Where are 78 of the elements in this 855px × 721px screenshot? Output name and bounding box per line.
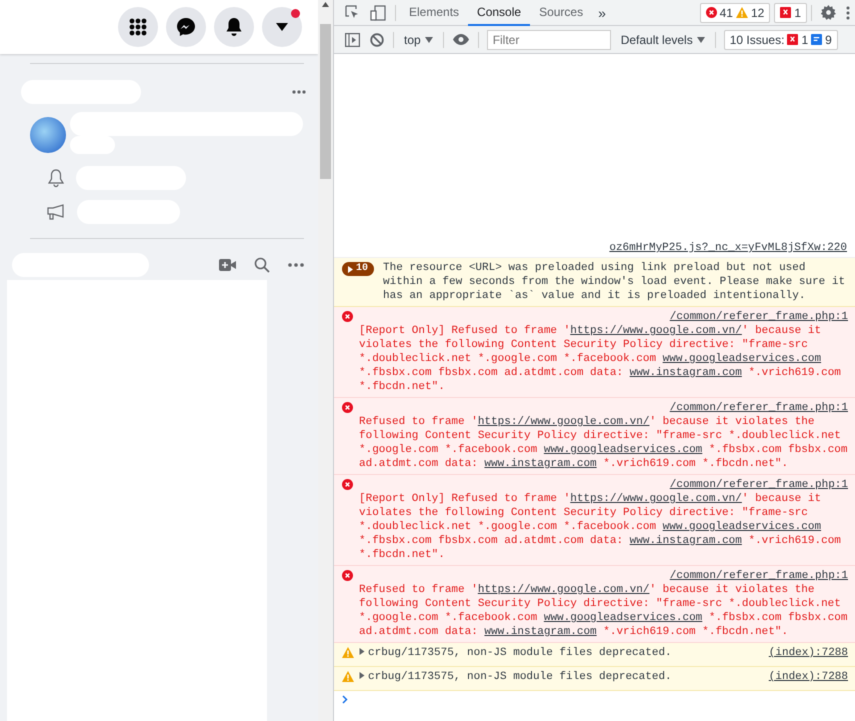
message-text: [Report Only] Refused to frame 'https://www.google.com.vn/' because it violates the following Content Security Policy directive: "frame-src *.doubleclick.net *.google.com *.facebook.com www.googleadservices.com *.fbsbx.com fbsbx.com ad.atdmt.com data: www.instagram.com *.vrich619.com *.fbcdn.net". <box>359 492 842 562</box>
panel-tab[interactable]: Elements <box>400 0 468 26</box>
notification-dot <box>291 9 300 18</box>
url-link[interactable]: www.googleadservices.com <box>544 444 702 456</box>
prompt-chevron-icon[interactable] <box>342 695 348 704</box>
url-link[interactable]: https://www.google.com.vn/ <box>478 416 650 428</box>
url-link[interactable]: www.googleadservices.com <box>662 521 822 533</box>
log-levels-dropdown[interactable]: Default levels <box>614 32 711 46</box>
messages-counter[interactable]: 41 12 <box>700 2 770 22</box>
more-options-icon[interactable] <box>288 263 304 267</box>
panel-tab[interactable]: Sources <box>530 0 592 26</box>
expand-arrow-icon <box>348 266 353 272</box>
expand-arrow-icon[interactable] <box>359 672 365 679</box>
url-link[interactable]: https://www.google.com.vn/ <box>478 584 650 596</box>
chat-bubble-icon <box>176 17 196 37</box>
message-text: crbug/1173575, non-JS module files deprecated. <box>359 646 769 660</box>
megaphone-icon <box>47 204 65 220</box>
grid-icon <box>129 18 147 36</box>
kebab-menu-icon <box>846 6 850 20</box>
notifications-button[interactable] <box>214 7 254 47</box>
video-camera-icon[interactable] <box>219 259 236 271</box>
bell-icon <box>225 17 243 37</box>
info-message-icon <box>811 34 822 45</box>
caret-icon <box>276 23 288 31</box>
url-link[interactable]: www.instagram.com <box>630 367 742 379</box>
block-icon <box>370 32 384 46</box>
url-link[interactable]: www.instagram.com <box>484 626 597 638</box>
search-icon[interactable] <box>254 257 270 273</box>
avatar-placeholder <box>30 117 66 153</box>
url-link[interactable]: https://www.google.com.vn/ <box>570 493 742 505</box>
error-icon <box>706 7 717 18</box>
message-text: [Report Only] Refused to frame 'https://www.google.com.vn/' because it violates the following Content Security Policy directive: "frame-src *.doubleclick.net *.google.com *.facebook.com www.googleadservices.com *.fbsbx.com fbsbx.com ad.atdmt.com data: www.instagram.com *.vrich619.com *.fbcdn.net". <box>359 324 842 394</box>
warning-icon <box>342 647 354 658</box>
source-link[interactable]: oz6mHrMyP25.js?_nc_x=yFvML8jSfXw:220 <box>609 241 847 255</box>
error-icon <box>342 402 353 413</box>
url-link[interactable]: www.instagram.com <box>484 458 597 470</box>
more-tabs-button[interactable]: » <box>592 4 612 20</box>
caret-icon <box>424 36 433 42</box>
messenger-button[interactable] <box>166 7 206 47</box>
context-dropdown[interactable]: top <box>398 32 439 46</box>
url-link[interactable]: www.googleadservices.com <box>662 353 822 365</box>
source-link[interactable]: /common/referer_frame.php:1 <box>670 569 848 583</box>
url-link[interactable]: www.googleadservices.com <box>544 612 702 624</box>
warning-icon <box>736 7 748 18</box>
filter-field[interactable]: Filter <box>486 30 611 50</box>
more-options-icon[interactable] <box>292 90 306 94</box>
message-text: crbug/1173575, non-JS module files deprecated. <box>359 670 769 684</box>
url-link[interactable]: www.instagram.com <box>630 535 742 547</box>
device-icon <box>370 4 386 20</box>
message-text: The resource <URL> was preloaded using link preload but not used within a few seconds from the window's load event. Please make sure it has an appropriate `as` value and it is preloaded intentionally. <box>383 261 846 303</box>
source-link[interactable]: /common/referer_frame.php:1 <box>670 401 848 415</box>
issues-button[interactable]: 10 Issues: 1 9 <box>724 30 838 50</box>
scroll-up-icon[interactable] <box>322 2 329 7</box>
source-link[interactable]: (index):7288 <box>768 646 848 660</box>
message-text: Refused to frame 'https://www.google.com.vn/' because it violates the following Content Security Policy directive: "frame-src *.doubleclick.net *.google.com *.facebook.com www.googleadservices.com *.fbsbx.com fbsbx.com ad.atdmt.com data: www.instagram.com *.vrich619.com *.fbcdn.net". <box>359 583 848 639</box>
issue-flag-icon <box>787 34 798 45</box>
caret-icon <box>696 36 705 42</box>
menu-button[interactable] <box>118 7 158 47</box>
error-icon <box>342 479 353 490</box>
cursor-icon <box>345 5 360 20</box>
bell-icon <box>48 168 64 188</box>
warning-icon <box>342 671 354 682</box>
expand-arrow-icon[interactable] <box>359 648 365 655</box>
error-icon <box>342 311 353 322</box>
source-link[interactable]: /common/referer_frame.php:1 <box>670 310 848 324</box>
sidebar-icon <box>345 32 360 46</box>
issue-flag-icon <box>780 7 792 18</box>
issues-counter[interactable]: 1 <box>774 2 807 22</box>
url-link[interactable]: https://www.google.com.vn/ <box>570 325 742 337</box>
message-text: Refused to frame 'https://www.google.com.vn/' because it violates the following Content Security Policy directive: "frame-src *.doubleclick.net *.google.com *.facebook.com www.googleadservices.com *.fbsbx.com fbsbx.com ad.atdmt.com data: www.instagram.com *.vrich619.com *.fbcdn.net". <box>359 415 848 471</box>
source-link[interactable]: /common/referer_frame.php:1 <box>670 478 848 492</box>
account-button[interactable] <box>262 7 302 47</box>
error-icon <box>342 570 353 581</box>
repeat-count-badge[interactable]: 10 <box>342 262 374 276</box>
source-link[interactable]: (index):7288 <box>768 670 848 684</box>
scrollbar-thumb[interactable] <box>320 24 331 179</box>
eye-icon <box>452 34 469 45</box>
settings-icon <box>821 5 836 20</box>
